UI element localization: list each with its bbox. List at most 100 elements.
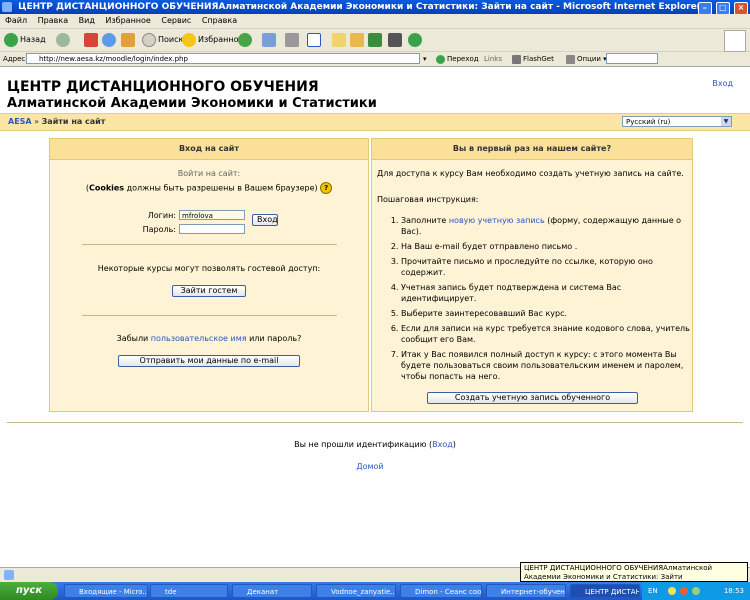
go-button[interactable]: Переход [436,52,479,66]
new-account-link[interactable]: новую учетную запись [449,216,545,225]
users-button[interactable] [408,32,424,48]
users-icon [408,32,422,47]
mail-button[interactable] [262,32,278,48]
options-button[interactable]: Опции ▾ [566,52,607,66]
forward-arrow-icon [56,32,70,47]
taskbar-item-internet[interactable]: Интернет-обучен... [486,584,566,598]
address-bar: Адрес: http://new.aesa.kz/moodle/login/i… [0,52,750,67]
ie-icon [2,2,12,12]
divider [82,315,337,316]
close-icon[interactable]: × [734,2,748,14]
home-icon [121,32,135,47]
edit-button[interactable] [307,32,323,48]
back-button[interactable]: Назад [4,32,46,48]
home-button[interactable] [121,32,137,48]
dropdown-arrow-icon[interactable]: ▾ [423,52,427,66]
forward-button[interactable] [56,32,72,48]
menu-item-view[interactable]: Вид [79,16,95,25]
login-status: Вы не прошли идентификацию (Вход) [294,440,456,449]
history-button[interactable] [238,32,254,48]
list-item: На Ваш e-mail будет отправлено письмо . [401,241,698,252]
menu-item-tools[interactable]: Сервис [161,16,191,25]
send-credentials-button[interactable]: Отправить мои данные по e-mail [118,355,300,367]
list-item: Итак у Вас появился полный доступ к курс… [401,349,698,382]
password-label: Пароль: [142,225,176,234]
research-icon [388,32,402,47]
taskbar-item-tde[interactable]: tde [150,584,228,598]
chevron-down-icon: ▼ [721,117,731,126]
window-title: ЦЕНТР ДИСТАНЦИОННОГО ОБУЧЕНИЯАлматинской… [18,2,702,12]
flashget-button[interactable]: FlashGet [512,52,554,66]
language-indicator[interactable]: EN [648,587,658,595]
folder-button[interactable] [332,32,348,48]
breadcrumb-separator: » [34,117,40,126]
messenger-button[interactable] [368,32,384,48]
taskbar-item-inbox[interactable]: Входящие - Micro... [64,584,148,598]
signup-intro: Для доступа к курсу Вам необходимо созда… [377,169,684,178]
tray-icon[interactable] [680,587,689,595]
word-icon [307,32,321,47]
discuss-button[interactable] [350,32,366,48]
favorites-button[interactable]: Избранное [182,32,243,48]
forgot-note: Забыли пользовательское имя или пароль? [116,334,302,343]
breadcrumb-home-link[interactable]: AESA [8,117,32,126]
taskbar-item-center[interactable]: ЦЕНТР ДИСТАНЦ... [570,584,640,598]
taskbar-item-dekanat[interactable]: Деканат [232,584,312,598]
login-panel-heading: Вход на сайт [50,139,368,160]
cookies-note: (Cookies должны быть разрешены в Вашем б… [50,182,368,194]
list-item: Если для записи на курс требуется знание… [401,323,698,345]
maximize-icon[interactable]: □ [715,2,730,14]
refresh-button[interactable] [102,32,118,48]
clock: 18:53 [723,587,744,595]
password-input[interactable] [179,224,245,234]
address-input[interactable]: http://new.aesa.kz/moodle/login/index.ph… [26,53,420,64]
taskbar-item-vodnoe[interactable]: Vodnoe_zanyatie.... [316,584,396,598]
print-button[interactable] [285,32,301,48]
login-button[interactable]: Вход [252,214,278,226]
menu-item-file[interactable]: Файл [5,16,27,25]
signup-panel: Вы в первый раз на нашем сайте? Для дост… [371,138,693,412]
menu-item-edit[interactable]: Правка [38,16,68,25]
list-item: Заполните новую учетную запись (форму, с… [401,215,698,237]
research-button[interactable] [388,32,404,48]
username-input[interactable]: mfrolova [179,210,245,220]
username-label: Логин: [147,211,176,220]
stop-button[interactable] [84,32,100,48]
window-titlebar: ЦЕНТР ДИСТАНЦИОННОГО ОБУЧЕНИЯАлматинской… [0,0,750,14]
back-arrow-icon [4,32,18,47]
language-select[interactable]: Русский (ru) ▼ [622,116,732,127]
discuss-icon [350,32,364,47]
minimize-icon[interactable]: – [697,2,712,14]
tray-icon[interactable] [667,587,676,595]
mail-icon [262,32,276,47]
taskbar-item-dimon[interactable]: Dimon - Сеанс сооб... [400,584,482,598]
start-button[interactable]: пуск [0,582,58,600]
links-label[interactable]: Links [484,52,502,66]
breadcrumb-current: Зайти на сайт [41,117,106,126]
tooltip: ЦЕНТР ДИСТАНЦИОННОГО ОБУЧЕНИЯАлматинской… [520,562,748,582]
steps-list: Заполните новую учетную запись (форму, с… [387,215,698,386]
tray-icon[interactable] [692,587,701,595]
footer-login-link[interactable]: Вход [432,440,453,449]
divider [82,244,337,245]
guest-note: Некоторые курсы могут позволять гостевой… [97,264,321,273]
options-icon [566,54,575,64]
search-button[interactable]: Поиск [142,32,183,48]
menu-item-favorites[interactable]: Избранное [105,16,150,25]
site-title: ЦЕНТР ДИСТАНЦИОННОГО ОБУЧЕНИЯ [7,79,319,95]
forgot-username-link[interactable]: пользовательское имя [151,334,247,343]
language-selected: Русский (ru) [626,118,671,126]
page-icon [4,570,14,580]
create-account-button[interactable]: Создать учетную запись обученного [427,392,638,404]
help-icon[interactable]: ? [320,182,333,194]
guest-login-button[interactable]: Зайти гостем [172,285,246,297]
header-login-link[interactable]: Вход [712,79,733,88]
page-content: ЦЕНТР ДИСТАНЦИОННОГО ОБУЧЕНИЯ Алматинско… [0,67,750,567]
search-icon [142,32,156,47]
search-field[interactable] [606,53,658,64]
login-intro: Войти на сайт: [177,169,241,178]
print-icon [285,32,299,47]
flashget-icon [512,54,521,64]
menu-item-help[interactable]: Справка [202,16,237,25]
home-link[interactable]: Домой [0,462,740,471]
